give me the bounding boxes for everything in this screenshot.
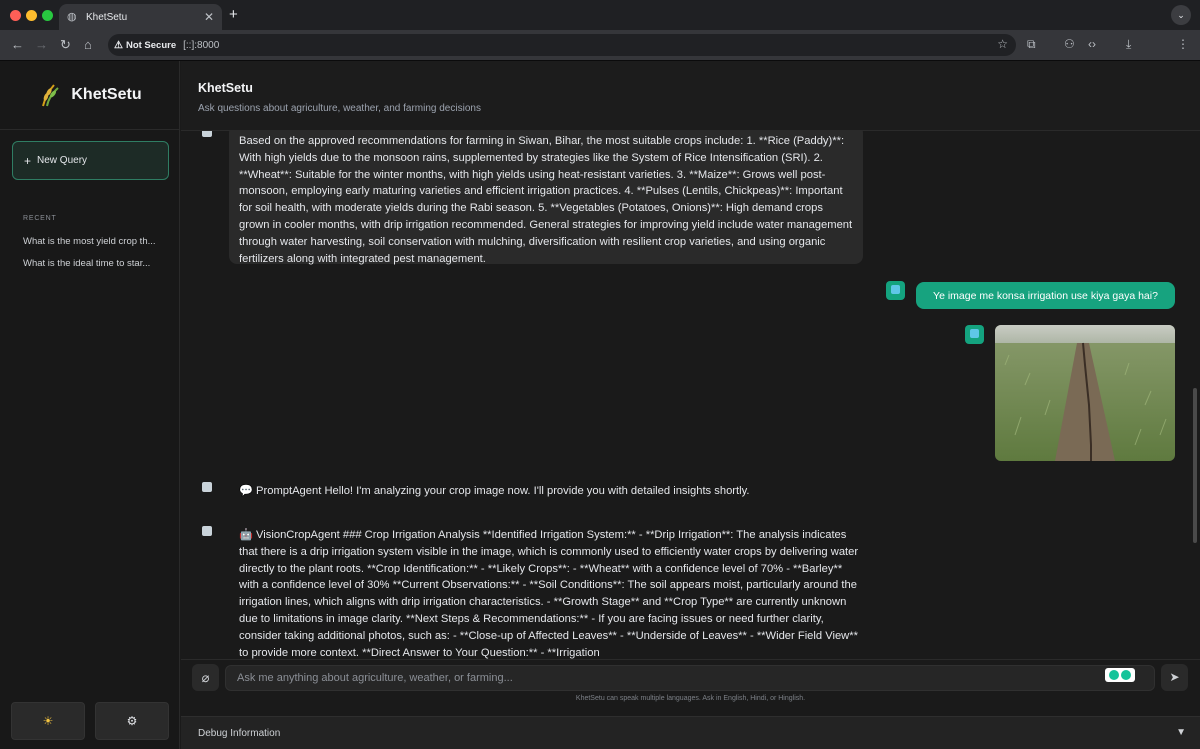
url-text: [::]:8000 (183, 39, 220, 51)
browser-tab[interactable]: ◍ KhetSetu ✕ (59, 4, 222, 30)
extensions-icon[interactable]: ⧉ (1027, 37, 1036, 52)
maximize-window-button[interactable] (42, 10, 53, 21)
security-label: Not Secure (125, 39, 177, 51)
send-arrow-icon: ➤ (1169, 670, 1180, 684)
more-menu-icon[interactable]: ⋮ (1177, 37, 1189, 51)
chat-input[interactable] (225, 665, 1155, 691)
tab-close-icon[interactable]: ✕ (204, 10, 214, 24)
user-message: Ye image me konsa irrigation use kiya ga… (916, 282, 1175, 309)
recent-item[interactable]: What is the ideal time to star... (23, 258, 168, 269)
download-icon[interactable]: ⤓ (1126, 37, 1131, 52)
bot-icon (202, 482, 212, 492)
bot-icon (202, 526, 212, 536)
wheat-logo-icon (42, 84, 60, 107)
theme-toggle-button[interactable]: ☀ (11, 702, 85, 740)
page-subtitle: Ask questions about agriculture, weather… (198, 103, 481, 114)
user-avatar (886, 281, 905, 300)
sidebar: KhetSetu + New Query RECENT What is the … (0, 61, 180, 749)
home-icon[interactable]: ⌂ (84, 37, 92, 52)
uploaded-crop-image[interactable] (995, 325, 1175, 461)
grammarly-icon[interactable] (1105, 668, 1135, 682)
recent-heading: RECENT (23, 215, 57, 222)
main-panel: KhetSetu Ask questions about agriculture… (181, 61, 1200, 749)
gear-icon: ⚙ (126, 714, 138, 728)
chevron-down-icon[interactable]: ⌄ (1171, 5, 1191, 25)
tab-title: KhetSetu (86, 11, 128, 23)
bot-icon (202, 131, 212, 137)
minimize-window-button[interactable] (26, 10, 37, 21)
reload-icon[interactable]: ↻ (60, 37, 71, 53)
language-hint: KhetSetu can speak multiple languages. A… (575, 695, 806, 702)
debug-panel-toggle[interactable]: Debug Information ▼ (181, 716, 1200, 749)
chat-history[interactable]: Based on the approved recommendations fo… (181, 131, 1200, 659)
user-avatar (965, 325, 984, 344)
browser-toolbar: ← → ↻ ⌂ ⚠ Not Secure [::]:8000 ☆ ⧉ ⚇ ‹› … (0, 30, 1200, 81)
new-tab-button[interactable]: + (229, 6, 238, 23)
debug-label: Debug Information (198, 728, 281, 739)
page-header: KhetSetu Ask questions about agriculture… (181, 61, 1200, 131)
close-window-button[interactable] (10, 10, 21, 21)
vision-agent-message: 🤖 VisionCropAgent ### Crop Irrigation An… (239, 529, 859, 659)
crop-field-image (995, 325, 1175, 461)
warning-icon: ⚠ (114, 39, 123, 51)
bookmark-star-icon[interactable]: ☆ (997, 37, 1008, 51)
back-arrow-icon[interactable]: ← (11, 37, 24, 52)
sun-icon: ☀ (42, 714, 54, 728)
recent-item[interactable]: What is the most yield crop th... (23, 236, 168, 247)
browser-tab-bar: ◍ KhetSetu ✕ + ⌄ (0, 0, 1200, 30)
brand-name: KhetSetu (71, 86, 142, 103)
plus-icon: + (24, 153, 32, 168)
paperclip-icon: ⌀ (201, 670, 210, 685)
brand: KhetSetu (0, 61, 179, 130)
new-query-label: New Query (37, 155, 88, 166)
incognito-icon[interactable]: ⚇ (1064, 37, 1075, 51)
settings-button[interactable]: ⚙ (95, 702, 169, 740)
bot-message: Based on the approved recommendations fo… (229, 131, 863, 265)
page-title: KhetSetu (198, 81, 253, 95)
prompt-agent-message: 💬 PromptAgent Hello! I'm analyzing your … (239, 485, 750, 497)
chat-scrollbar[interactable] (1193, 388, 1197, 543)
attach-button[interactable]: ⌀ (192, 664, 219, 691)
composer: ⌀ ➤ KhetSetu can speak multiple language… (181, 659, 1200, 715)
code-icon[interactable]: ‹› (1088, 37, 1096, 51)
security-chip[interactable]: ⚠ Not Secure (114, 40, 183, 51)
address-bar[interactable]: ⚠ Not Secure [::]:8000 ☆ (108, 34, 1016, 56)
forward-arrow-icon[interactable]: → (35, 37, 48, 52)
caret-down-icon: ▼ (1176, 727, 1186, 738)
app-root: KhetSetu + New Query RECENT What is the … (0, 61, 1200, 749)
globe-icon: ◍ (67, 11, 77, 23)
new-query-button[interactable]: + New Query (12, 141, 169, 180)
send-button[interactable]: ➤ (1161, 664, 1188, 691)
